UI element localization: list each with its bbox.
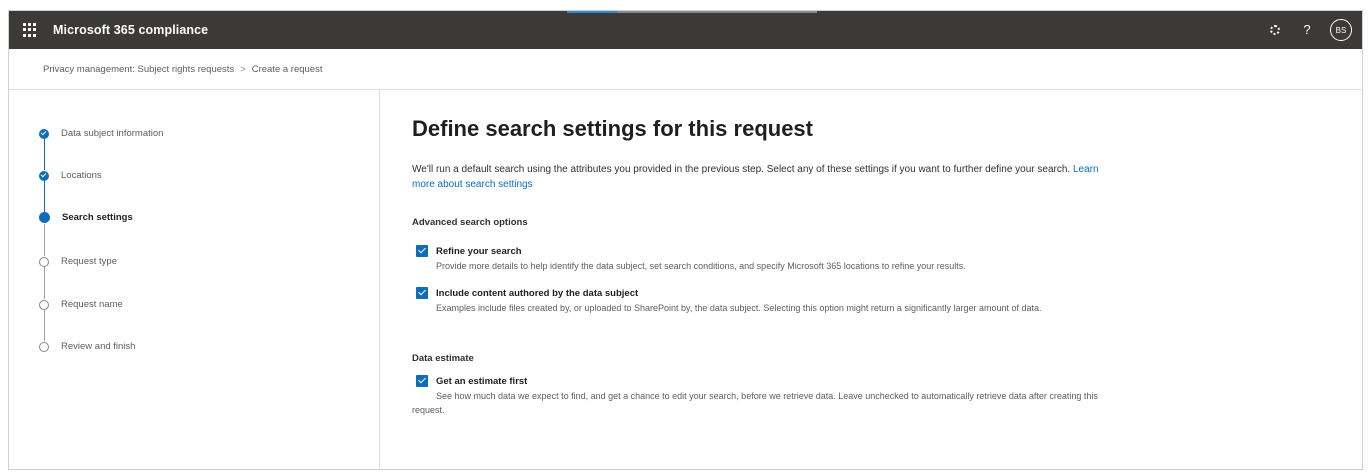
option-description: See how much data we expect to find, and… (412, 391, 1098, 415)
avatar[interactable]: BS (1330, 19, 1352, 41)
option-description: Provide more details to help identify th… (436, 261, 966, 271)
estimate-first-checkbox-row[interactable]: Get an estimate first (416, 375, 1116, 387)
step-connector (44, 224, 45, 256)
step-connector (44, 139, 45, 170)
include-authored-content-option: Include content authored by the data sub… (416, 287, 1116, 315)
step-label: Data subject information (61, 128, 164, 139)
refine-search-checkbox[interactable] (416, 245, 428, 257)
step-review-and-finish[interactable]: Review and finish (39, 341, 135, 352)
step-label: Locations (61, 170, 102, 181)
wizard-steps: Data subject information Locations Searc… (9, 90, 380, 469)
step-label: Search settings (62, 212, 133, 223)
app-title[interactable]: Microsoft 365 compliance (53, 23, 208, 37)
checkbox-label: Refine your search (436, 245, 522, 257)
help-button[interactable]: ? (1300, 23, 1314, 37)
step-label: Request type (61, 256, 117, 267)
breadcrumb-separator: > (240, 63, 246, 75)
page-title: Define search settings for this request (412, 116, 813, 141)
estimate-first-option: Get an estimate first See how much data … (412, 375, 1116, 417)
page-description: We'll run a default search using the att… (412, 162, 1112, 192)
include-authored-checkbox[interactable] (416, 287, 428, 299)
step-pending-icon (39, 341, 49, 352)
advanced-search-heading: Advanced search options (412, 217, 528, 228)
step-connector (44, 266, 45, 299)
step-request-name[interactable]: Request name (39, 299, 123, 310)
step-complete-icon (39, 128, 49, 139)
step-complete-icon (39, 170, 49, 181)
checkbox-label: Include content authored by the data sub… (436, 287, 639, 299)
description-text: We'll run a default search using the att… (412, 164, 1071, 175)
refine-search-option: Refine your search Provide more details … (416, 245, 1116, 273)
include-authored-checkbox-row[interactable]: Include content authored by the data sub… (416, 287, 1116, 299)
breadcrumb-current: Create a request (251, 63, 323, 75)
loading-indicator (567, 11, 817, 13)
gear-icon (1270, 25, 1280, 35)
step-locations[interactable]: Locations (39, 170, 102, 181)
step-search-settings[interactable]: Search settings (39, 212, 133, 223)
step-pending-icon (39, 299, 49, 310)
checkbox-label: Get an estimate first (436, 375, 528, 387)
step-request-type[interactable]: Request type (39, 256, 117, 267)
top-bar: Microsoft 365 compliance ? BS (9, 11, 1362, 49)
app-window: Microsoft 365 compliance ? BS Privacy ma… (8, 10, 1363, 470)
settings-button[interactable] (1268, 23, 1282, 37)
app-launcher-icon[interactable] (23, 23, 37, 37)
step-pending-icon (39, 256, 49, 267)
breadcrumb-parent-link[interactable]: Privacy management: Subject rights reque… (43, 64, 234, 75)
step-connector (44, 181, 45, 212)
refine-search-checkbox-row[interactable]: Refine your search (416, 245, 1116, 257)
step-label: Review and finish (61, 341, 136, 352)
step-data-subject-information[interactable]: Data subject information (39, 128, 163, 139)
breadcrumb: Privacy management: Subject rights reque… (9, 49, 1362, 90)
step-label: Request name (61, 299, 123, 310)
step-current-icon (39, 212, 50, 223)
estimate-first-checkbox[interactable] (416, 375, 428, 387)
option-description: Examples include files created by, or up… (436, 303, 1042, 313)
step-connector (44, 310, 45, 341)
help-icon: ? (1303, 22, 1311, 37)
data-estimate-heading: Data estimate (412, 353, 474, 364)
